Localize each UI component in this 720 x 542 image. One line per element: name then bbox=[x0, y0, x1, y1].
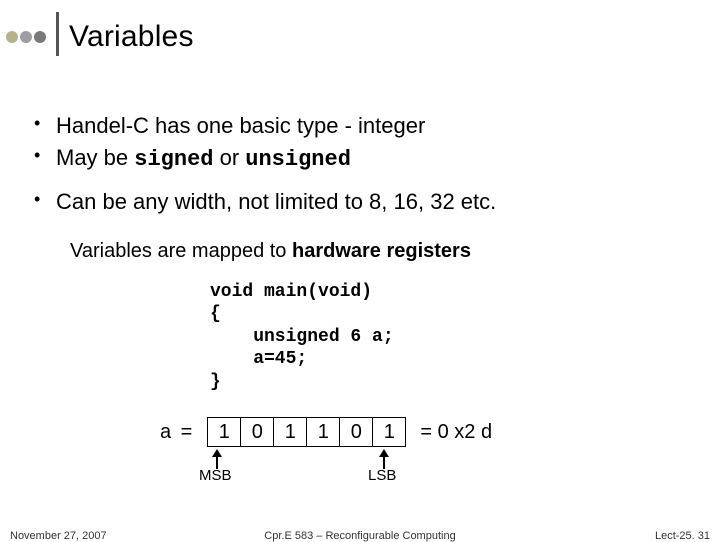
mapping-bold: hardware registers bbox=[292, 240, 471, 262]
slide-title: Variables bbox=[69, 20, 194, 54]
bit-register-row: a = 1 0 1 1 0 1 = 0 x2 d bbox=[160, 417, 720, 447]
mapping-statement: Variables are mapped to hardware registe… bbox=[70, 240, 720, 263]
slide-header: Variables bbox=[0, 0, 720, 56]
bullet-list: Handel-C has one basic type - integer Ma… bbox=[34, 110, 720, 218]
code-line: a=45; bbox=[210, 349, 307, 369]
keyword-signed: signed bbox=[134, 147, 213, 172]
keyword-unsigned: unsigned bbox=[245, 147, 351, 172]
code-line: unsigned 6 a; bbox=[210, 327, 394, 347]
msb-lsb-labels: MSB LSB bbox=[196, 449, 720, 483]
arrow-up-icon bbox=[379, 449, 389, 469]
dot-icon bbox=[34, 31, 46, 43]
bullet-item: Can be any width, not limited to 8, 16, … bbox=[34, 186, 720, 218]
dot-icon bbox=[6, 31, 18, 43]
msb-label: MSB bbox=[199, 467, 232, 484]
bit-cell: 1 bbox=[306, 417, 340, 447]
code-line: { bbox=[210, 304, 221, 324]
bullet-item: May be signed or unsigned bbox=[34, 142, 720, 176]
code-block: void main(void) { unsigned 6 a; a=45; } bbox=[210, 281, 720, 394]
bullet-text: Handel-C has one basic type - integer bbox=[56, 113, 425, 138]
code-line: void main(void) bbox=[210, 282, 372, 302]
register-label: a = bbox=[160, 421, 194, 444]
bit-cell: 1 bbox=[207, 417, 241, 447]
vertical-bar-icon bbox=[56, 12, 59, 56]
bit-cell: 1 bbox=[273, 417, 307, 447]
lsb-label: LSB bbox=[368, 467, 396, 484]
bit-cell: 0 bbox=[339, 417, 373, 447]
bit-cell: 0 bbox=[240, 417, 274, 447]
dot-icon bbox=[20, 31, 32, 43]
decorator-dots bbox=[6, 31, 46, 43]
footer-pagenum: Lect-25. 31 bbox=[655, 530, 710, 542]
bullet-text: May be bbox=[56, 145, 134, 170]
bullet-item: Handel-C has one basic type - integer bbox=[34, 110, 720, 142]
hex-value: = 0 x2 d bbox=[420, 421, 492, 444]
bullet-text: Can be any width, not limited to 8, 16, … bbox=[56, 189, 496, 214]
bit-cell: 1 bbox=[372, 417, 406, 447]
arrow-up-icon bbox=[212, 449, 222, 469]
code-line: } bbox=[210, 372, 221, 392]
footer-course: Cpr.E 583 – Reconfigurable Computing bbox=[0, 530, 720, 542]
bullet-text: or bbox=[213, 145, 245, 170]
mapping-text: Variables are mapped to bbox=[70, 240, 292, 262]
